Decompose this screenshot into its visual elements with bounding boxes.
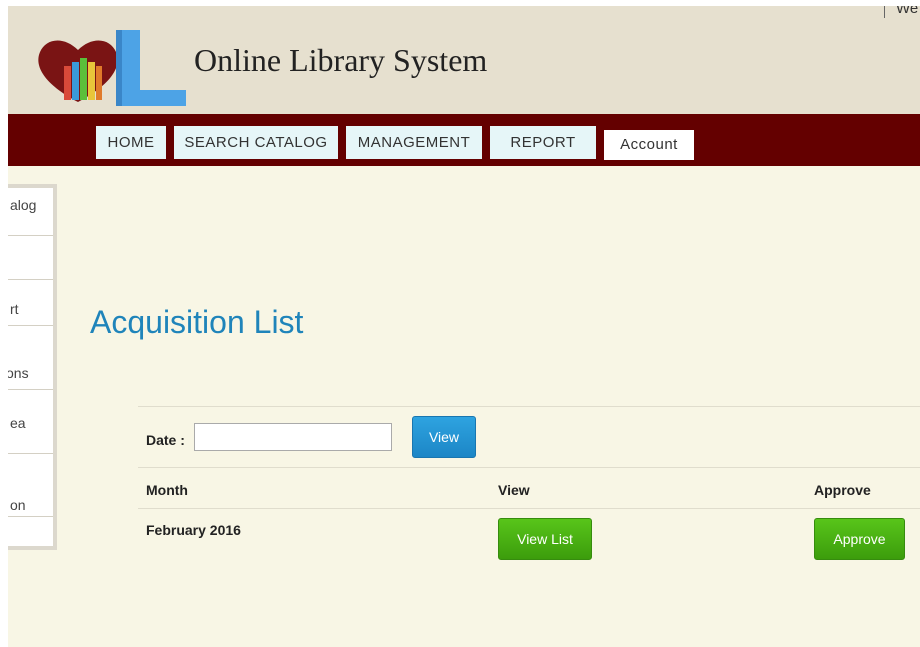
nav-search-catalog[interactable]: SEARCH CATALOG: [174, 126, 338, 159]
column-header-month: Month: [146, 482, 188, 498]
divider: [138, 406, 920, 407]
nav-report[interactable]: REPORT: [490, 126, 596, 159]
column-header-view: View: [498, 482, 530, 498]
date-input[interactable]: [194, 423, 392, 451]
nav-account[interactable]: Account: [604, 130, 694, 160]
sidebar-item-report[interactable]: rt: [8, 280, 53, 326]
sidebar-menu: alog rt ons ea on: [8, 184, 57, 550]
nav-management[interactable]: MANAGEMENT: [346, 126, 482, 159]
sidebar-item-label: ea: [10, 415, 26, 431]
header-divider: [884, 6, 885, 18]
approve-button[interactable]: Approve: [814, 518, 905, 560]
nav-home[interactable]: HOME: [96, 126, 166, 159]
sidebar-item-area[interactable]: ea: [8, 390, 53, 454]
divider: [138, 508, 920, 509]
month-cell: February 2016: [146, 522, 241, 538]
sidebar-item-catalog[interactable]: alog: [8, 188, 53, 236]
sidebar-item-label: ons: [8, 365, 29, 381]
view-button[interactable]: View: [412, 416, 476, 458]
page-title: Acquisition List: [90, 304, 304, 340]
view-list-button[interactable]: View List: [498, 518, 592, 560]
column-header-approve: Approve: [814, 482, 871, 498]
site-header: We Online Library System: [8, 6, 920, 114]
site-title: Online Library System: [194, 42, 488, 78]
sidebar-item-label: alog: [10, 197, 37, 213]
sidebar-item-transactions[interactable]: ons: [8, 326, 53, 390]
date-label: Date :: [146, 432, 185, 448]
page: We Online Library System HOME SEARCH CAT…: [8, 6, 920, 647]
library-logo-icon[interactable]: [30, 22, 190, 108]
sidebar-item-option[interactable]: on: [8, 482, 53, 515]
main-nav: HOME SEARCH CATALOG MANAGEMENT REPORT Ac…: [8, 114, 920, 166]
welcome-text: We: [896, 6, 919, 17]
divider: [138, 467, 920, 468]
sidebar-item-label: on: [10, 497, 26, 513]
sidebar-item-label: rt: [10, 301, 19, 317]
sidebar-item-2[interactable]: [8, 236, 53, 280]
